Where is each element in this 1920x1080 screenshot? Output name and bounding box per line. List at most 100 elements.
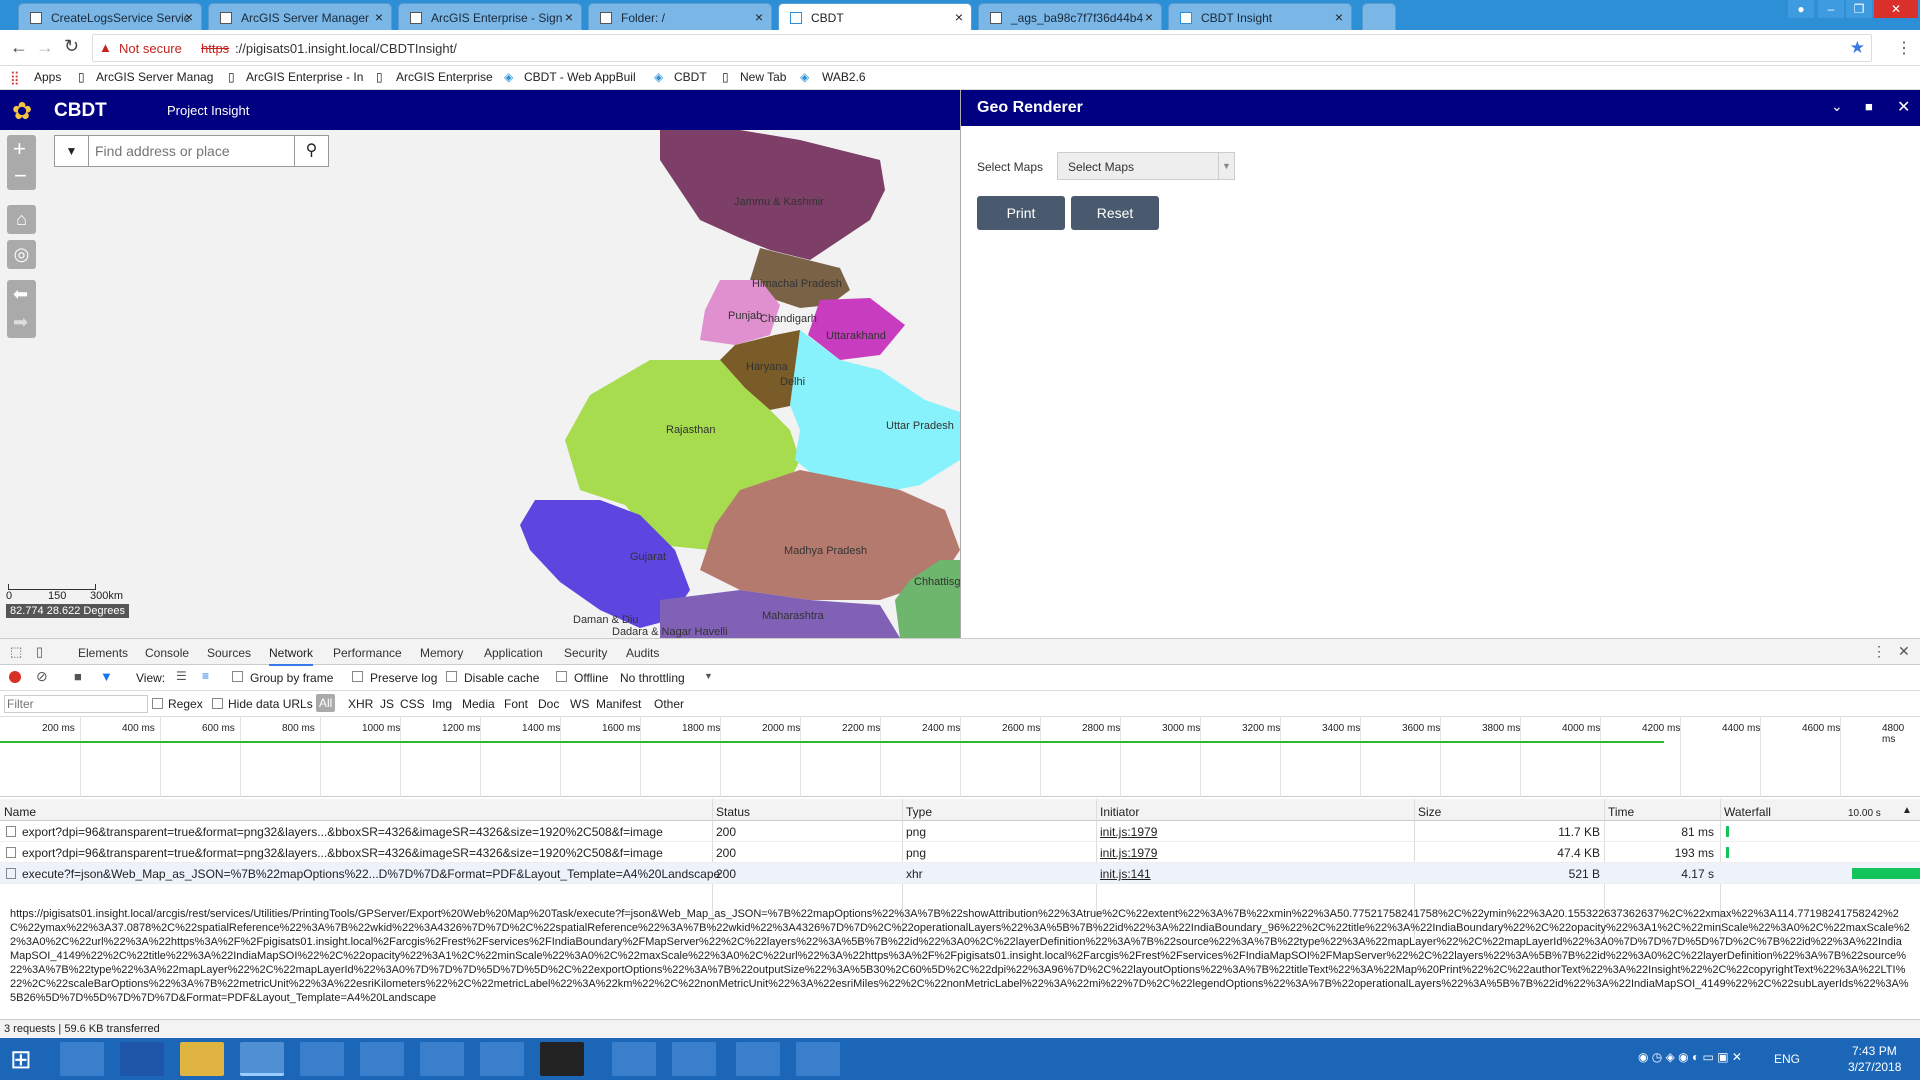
- inspect-icon[interactable]: ⬚: [10, 644, 22, 660]
- type-font[interactable]: Font: [504, 697, 528, 711]
- bookmark-apps[interactable]: Apps: [34, 70, 61, 84]
- search-icon[interactable]: ⚲: [294, 136, 328, 166]
- tab-performance[interactable]: Performance: [333, 646, 402, 660]
- throttling-select[interactable]: No throttling: [620, 671, 685, 685]
- type-xhr[interactable]: XHR: [348, 697, 373, 711]
- select-maps-dropdown[interactable]: Select Maps ▼: [1057, 152, 1235, 180]
- bookmark-cbdt[interactable]: CBDT: [674, 70, 707, 84]
- restore-icon[interactable]: ❐: [1846, 0, 1872, 18]
- back-icon[interactable]: ←: [10, 37, 28, 58]
- chrome-icon[interactable]: [240, 1042, 284, 1076]
- file-explorer-icon[interactable]: [180, 1042, 224, 1076]
- disable-cache-checkbox[interactable]: [446, 671, 457, 682]
- tab-memory[interactable]: Memory: [420, 646, 463, 660]
- close-tab-icon[interactable]: ×: [565, 9, 573, 25]
- table-row[interactable]: execute?f=json&Web_Map_as_JSON=%7B%22map…: [0, 863, 1920, 884]
- timeline-overview[interactable]: 200 ms 400 ms 600 ms 800 ms 1000 ms 1200 ms 14…: [0, 717, 1920, 797]
- user-icon[interactable]: ●: [1788, 0, 1814, 18]
- type-manifest[interactable]: Manifest: [596, 697, 641, 711]
- search-input[interactable]: [95, 140, 285, 162]
- previous-extent-icon[interactable]: ⬅: [13, 284, 28, 305]
- col-waterfall[interactable]: Waterfall: [1724, 805, 1771, 819]
- devtools-menu-icon[interactable]: ⋮: [1872, 643, 1886, 660]
- new-tab-button[interactable]: [1362, 3, 1396, 30]
- home-icon[interactable]: ⌂: [7, 205, 36, 234]
- clock-time[interactable]: 7:43 PM: [1852, 1044, 1897, 1058]
- table-row[interactable]: export?dpi=96&transparent=true&format=pn…: [0, 842, 1920, 863]
- tab-server-manager[interactable]: ArcGIS Server Manager ×: [208, 3, 392, 30]
- forward-icon[interactable]: →: [36, 37, 54, 58]
- tab-sources[interactable]: Sources: [207, 646, 251, 660]
- close-tab-icon[interactable]: ×: [1145, 9, 1153, 25]
- tab-security[interactable]: Security: [564, 646, 607, 660]
- clock-date[interactable]: 3/27/2018: [1848, 1060, 1901, 1074]
- locate-icon[interactable]: ◎: [7, 240, 36, 269]
- search-app-icon[interactable]: [672, 1042, 716, 1076]
- tab-audits[interactable]: Audits: [626, 646, 659, 660]
- clear-icon[interactable]: ⊘: [36, 668, 48, 685]
- powershell-icon[interactable]: [120, 1042, 164, 1076]
- bookmark-star-icon[interactable]: ★: [1850, 38, 1865, 58]
- bookmark-enterprise-in[interactable]: ArcGIS Enterprise - In: [246, 70, 363, 84]
- group-by-frame-checkbox[interactable]: [232, 671, 243, 682]
- tray-icons[interactable]: ◉ ◷ ◈ ◉ ◐ ▭ ▣ ✕: [1638, 1050, 1742, 1064]
- col-initiator[interactable]: Initiator: [1100, 805, 1139, 819]
- type-other[interactable]: Other: [654, 697, 684, 711]
- bookmark-wab26[interactable]: WAB2.6: [822, 70, 866, 84]
- record-icon[interactable]: [9, 671, 21, 683]
- collapse-icon[interactable]: ⌄: [1831, 98, 1843, 115]
- close-tab-icon[interactable]: ×: [955, 9, 963, 25]
- arcgis-icon[interactable]: [796, 1042, 840, 1076]
- search-source-dropdown-icon[interactable]: ▼: [55, 136, 89, 166]
- language-indicator[interactable]: ENG: [1774, 1052, 1800, 1066]
- type-all[interactable]: All: [316, 694, 336, 712]
- next-extent-icon[interactable]: ➡: [13, 312, 28, 333]
- type-img[interactable]: Img: [432, 697, 452, 711]
- col-name[interactable]: Name: [4, 805, 36, 819]
- maximize-icon[interactable]: ■: [1865, 99, 1873, 114]
- tab-enterprise-sign[interactable]: ArcGIS Enterprise - Sign ×: [398, 3, 582, 30]
- close-panel-icon[interactable]: ✕: [1897, 97, 1910, 117]
- type-ws[interactable]: WS: [570, 697, 589, 711]
- capture-screenshots-icon[interactable]: ■: [74, 669, 82, 684]
- filter-input[interactable]: [4, 695, 148, 713]
- tab-cbdt[interactable]: CBDT ×: [778, 3, 972, 30]
- zoom-in-icon[interactable]: +: [13, 136, 26, 162]
- internet-explorer-icon[interactable]: [360, 1042, 404, 1076]
- bookmark-new-tab[interactable]: New Tab: [740, 70, 786, 84]
- preserve-log-checkbox[interactable]: [352, 671, 363, 682]
- type-doc[interactable]: Doc: [538, 697, 559, 711]
- reload-icon[interactable]: ↻: [64, 36, 79, 57]
- regex-checkbox[interactable]: [152, 698, 163, 709]
- offline-checkbox[interactable]: [556, 671, 567, 682]
- windows-start-icon[interactable]: ⊞: [10, 1044, 32, 1075]
- reset-button[interactable]: Reset: [1071, 196, 1159, 230]
- command-prompt-icon[interactable]: [540, 1042, 584, 1076]
- close-tab-icon[interactable]: ×: [375, 9, 383, 25]
- type-css[interactable]: CSS: [400, 697, 425, 711]
- bookmark-cbdt-web[interactable]: CBDT - Web AppBuil: [524, 70, 636, 84]
- server-manager-icon[interactable]: [60, 1042, 104, 1076]
- col-status[interactable]: Status: [716, 805, 750, 819]
- device-toggle-icon[interactable]: ▯: [36, 644, 43, 660]
- tab-createlogs[interactable]: CreateLogsService Servic ×: [18, 3, 202, 30]
- tab-elements[interactable]: Elements: [78, 646, 128, 660]
- type-js[interactable]: JS: [380, 697, 394, 711]
- col-time[interactable]: Time: [1608, 805, 1634, 819]
- menu-icon[interactable]: ⋮: [1896, 38, 1912, 58]
- chart-app-icon[interactable]: [612, 1042, 656, 1076]
- close-tab-icon[interactable]: ×: [755, 9, 763, 25]
- close-tab-icon[interactable]: ×: [1335, 9, 1343, 25]
- zoom-out-icon[interactable]: −: [14, 163, 27, 189]
- tab-application[interactable]: Application: [484, 646, 543, 660]
- close-tab-icon[interactable]: ×: [185, 9, 193, 25]
- col-type[interactable]: Type: [906, 805, 932, 819]
- close-devtools-icon[interactable]: ✕: [1898, 643, 1910, 660]
- request-initiator[interactable]: init.js:141: [1100, 867, 1151, 881]
- col-size[interactable]: Size: [1418, 805, 1441, 819]
- hide-data-urls-checkbox[interactable]: [212, 698, 223, 709]
- overview-icon[interactable]: ≡: [202, 669, 209, 683]
- request-initiator[interactable]: init.js:1979: [1100, 846, 1157, 860]
- network-app-icon[interactable]: [300, 1042, 344, 1076]
- package-icon[interactable]: [736, 1042, 780, 1076]
